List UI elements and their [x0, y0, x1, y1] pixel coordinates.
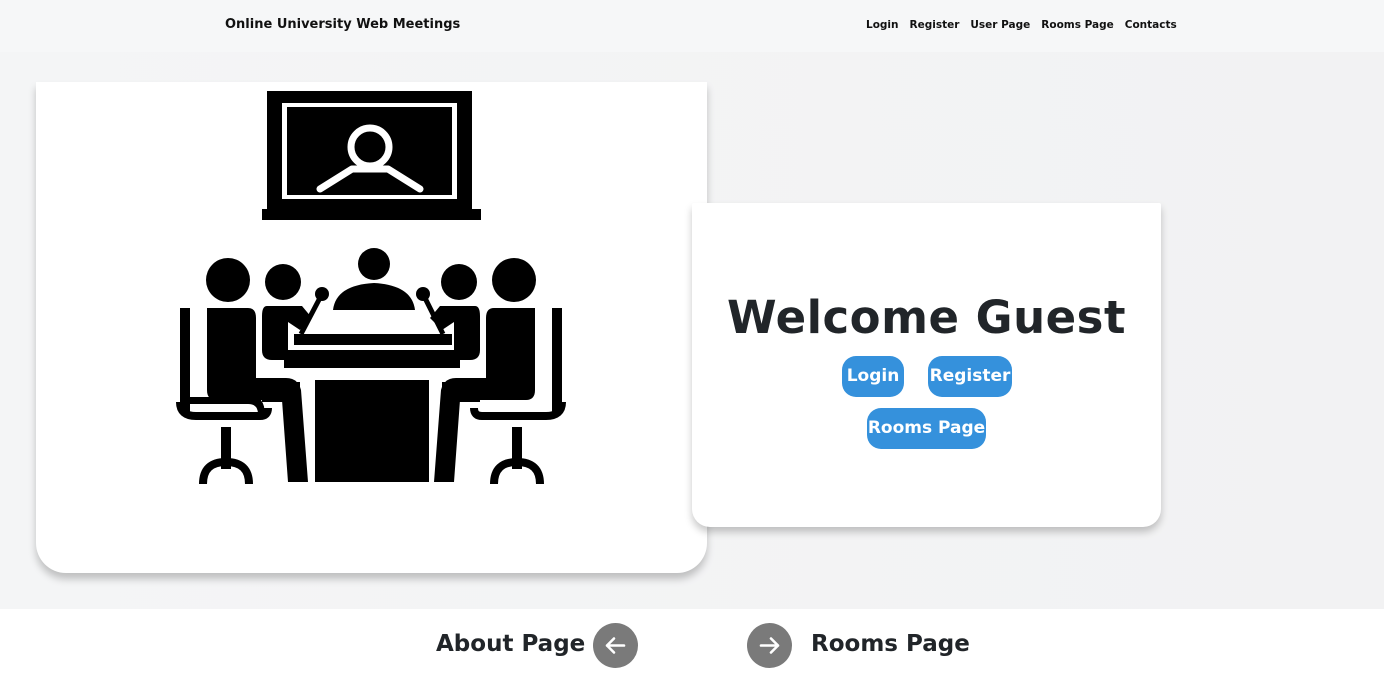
register-button[interactable]: Register [928, 356, 1012, 397]
arrow-left-icon [605, 637, 626, 654]
welcome-title: Welcome Guest [727, 291, 1126, 344]
nav-links: Login Register User Page Rooms Page Cont… [866, 19, 1177, 31]
brand-title[interactable]: Online University Web Meetings [225, 17, 460, 32]
login-button[interactable]: Login [842, 356, 904, 397]
rooms-page-button[interactable]: Rooms Page [867, 408, 986, 449]
nav-link-register[interactable]: Register [910, 19, 960, 31]
previous-page-button[interactable] [593, 623, 638, 668]
top-navbar: Online University Web Meetings Login Reg… [0, 0, 1384, 52]
next-page-button[interactable] [747, 623, 792, 668]
nav-link-rooms-page[interactable]: Rooms Page [1041, 19, 1114, 31]
page-navigation: About Page Rooms Page [0, 609, 1384, 678]
illustration-card [36, 82, 707, 573]
previous-page-label[interactable]: About Page [436, 631, 585, 657]
video-conference-meeting-icon [176, 91, 566, 485]
next-page-label[interactable]: Rooms Page [811, 631, 970, 657]
arrow-right-icon [759, 637, 780, 654]
welcome-card: Welcome Guest Login Register Rooms Page [692, 203, 1161, 527]
nav-link-user-page[interactable]: User Page [970, 19, 1030, 31]
main-section: Welcome Guest Login Register Rooms Page [0, 52, 1384, 609]
nav-link-login[interactable]: Login [866, 19, 899, 31]
nav-link-contacts[interactable]: Contacts [1125, 19, 1177, 31]
